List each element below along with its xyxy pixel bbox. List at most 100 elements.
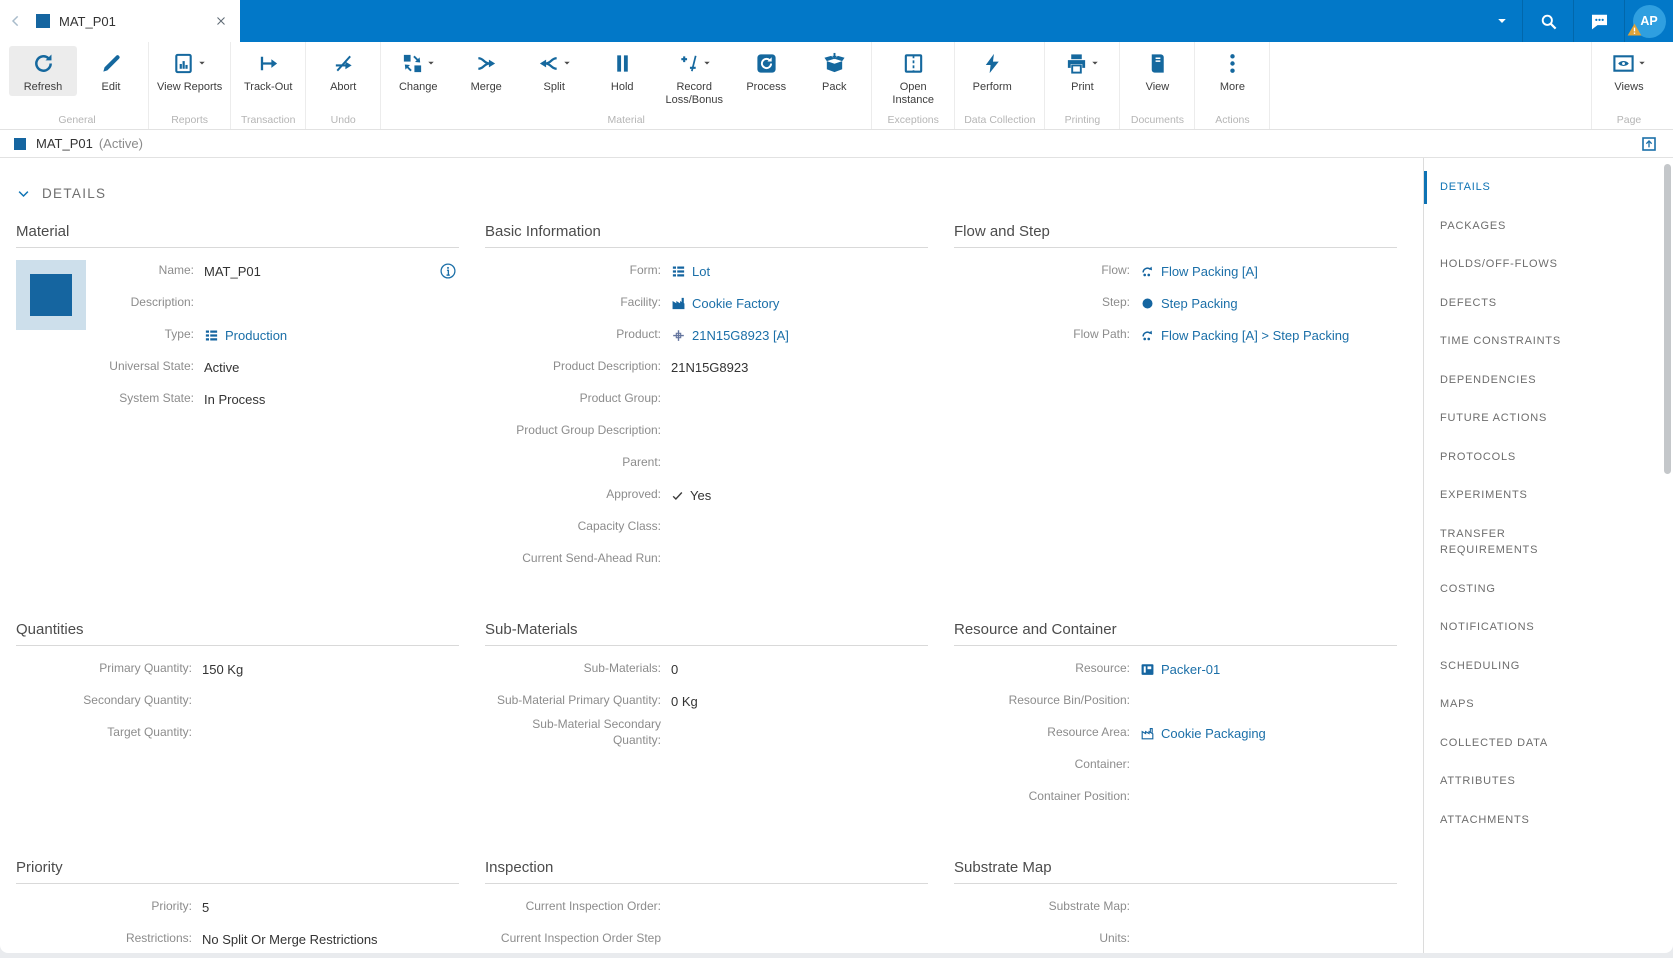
sidebar-item-scheduling[interactable]: SCHEDULING [1440,647,1572,686]
section-substrate-map: Substrate Map Substrate Map: Units: [954,859,1397,953]
material-square-icon [36,14,50,28]
field-label: Facility: [620,295,661,310]
vertical-scrollbar[interactable] [1664,164,1671,474]
messages-button[interactable] [1574,0,1624,42]
field-label: Capacity Class: [577,519,661,534]
sidebar-item-holds-off-flows[interactable]: HOLDS/OFF-FLOWS [1440,245,1572,284]
user-menu[interactable]: AP [1625,4,1673,38]
views-icon [1612,52,1635,75]
ribbon-group-label: Reports [171,114,208,126]
ribbon-group-label: Transaction [240,114,296,126]
sidebar-item-experiments[interactable]: EXPERIMENTS [1440,476,1572,515]
ribbon-button-view[interactable]: View [1123,46,1191,96]
ribbon-button-pack[interactable]: Pack [800,46,868,96]
field-value-text: In Process [204,391,266,407]
active-tab[interactable]: MAT_P01 [0,0,240,42]
sidebar-item-notifications[interactable]: NOTIFICATIONS [1440,608,1572,647]
ribbon-button-merge[interactable]: Merge [452,46,520,96]
ribbon-button-view-reports[interactable]: View Reports [152,46,227,96]
field-value-facility[interactable]: Cookie Factory [671,294,779,312]
ribbon-button-abort[interactable]: Abort [309,46,377,96]
ribbon-button-record-loss-bonus[interactable]: Record Loss/Bonus [656,46,732,109]
sidebar-item-time-constraints[interactable]: TIME CONSTRAINTS [1440,322,1572,361]
ribbon-button-views[interactable]: Views [1595,46,1663,96]
abort-icon [332,52,355,75]
details-section-header[interactable]: DETAILS [16,186,1397,201]
field-label: Product Description: [552,359,661,374]
dropdown-caret-icon [562,58,572,68]
field-row: Secondary Quantity: [16,685,459,717]
pack-icon [823,52,846,75]
material-image-square [30,274,72,316]
ribbon-button-label: Change [398,81,438,93]
field-row: Current Inspection Order: [485,891,928,923]
field-value-form[interactable]: Lot [671,262,710,280]
field-value-resource[interactable]: Packer-01 [1140,660,1220,678]
close-icon[interactable] [212,12,230,30]
ribbon-button-perform[interactable]: Perform [958,46,1026,96]
field-value-text: MAT_P01 [204,263,261,279]
info-icon[interactable] [439,262,457,280]
field-value-flow-path[interactable]: Flow Packing [A] > Step Packing [1140,326,1349,344]
sidebar-item-costing[interactable]: COSTING [1440,570,1572,609]
field-value-text: 150 Kg [202,661,244,677]
ribbon-button-label: Perform [972,81,1012,93]
back-chevron-icon[interactable] [4,9,28,33]
field-row: Parent: [485,447,928,479]
list-icon [671,264,686,279]
report-icon [172,52,195,75]
sidebar-item-dependencies[interactable]: DEPENDENCIES [1440,361,1572,400]
sidebar-item-attachments[interactable]: ATTACHMENTS [1440,801,1572,840]
ribbon-group-material: Change Merge Split Hold Record Loss/Bonus Pro… [381,42,873,129]
field-value-flow[interactable]: Flow Packing [A] [1140,262,1258,280]
sidebar-item-maps[interactable]: MAPS [1440,685,1572,724]
field-label: Parent: [622,455,661,470]
search-button[interactable] [1523,0,1573,42]
ribbon-button-print[interactable]: Print [1048,46,1116,96]
section-resource-and-container: Resource and Container Resource: Packer-01… [954,621,1397,813]
sidebar-item-defects[interactable]: DEFECTS [1440,284,1572,323]
ribbon-button-change[interactable]: Change [384,46,452,96]
process-icon [755,52,778,75]
collapse-panel-icon[interactable] [1641,136,1657,152]
ribbon-button-open-instance[interactable]: Open Instance [875,46,951,109]
tab-list-dropdown[interactable] [1482,0,1522,42]
ribbon-button-hold[interactable]: Hold [588,46,656,96]
open-instance-icon [902,52,925,75]
field-value-type[interactable]: Production [204,326,287,344]
ribbon-group-label: Undo [330,114,356,126]
ribbon-group-undo: Abort Undo [306,42,382,129]
field-row: Form: Lot [485,255,928,287]
field-value-text: 21N15G8923 [671,359,749,375]
sidebar-item-packages[interactable]: PACKAGES [1440,207,1572,246]
warning-icon [1627,22,1642,37]
ribbon-button-more[interactable]: More [1198,46,1266,96]
sidebar-item-attributes[interactable]: ATTRIBUTES [1440,762,1572,801]
sidebar-item-collected-data[interactable]: COLLECTED DATA [1440,724,1572,763]
ribbon-button-split[interactable]: Split [520,46,588,96]
ribbon-button-process[interactable]: Process [732,46,800,96]
chevron-down-icon [16,186,31,201]
field-label: Units: [1099,931,1130,946]
details-section-title: DETAILS [42,186,107,201]
ribbon-button-edit[interactable]: Edit [77,46,145,96]
ribbon-button-refresh[interactable]: Refresh [9,46,77,97]
field-row: System State: In Process [94,383,459,415]
ribbon-button-label: Hold [610,81,634,93]
sidebar-item-transfer-requirements[interactable]: TRANSFER REQUIREMENTS [1440,515,1572,570]
sidebar-item-details[interactable]: DETAILS [1424,168,1572,207]
dropdown-caret-icon [702,58,712,68]
field-value-step[interactable]: Step Packing [1140,294,1238,312]
field-value-product[interactable]: 21N15G8923 [A] [671,326,789,344]
ribbon-button-track-out[interactable]: Track-Out [234,46,302,96]
section-band: Material Name: MAT_P01 Description: Type: Pro… [16,223,1397,575]
field-value-resource-area[interactable]: Cookie Packaging [1140,724,1266,742]
field-row: Product Description: 21N15G8923 [485,351,928,383]
field-label: Step: [1101,295,1130,310]
sidebar-item-protocols[interactable]: PROTOCOLS [1440,438,1572,477]
sidebar-item-future-actions[interactable]: FUTURE ACTIONS [1440,399,1572,438]
breadcrumb: MAT_P01 (Active) [0,130,1673,158]
ribbon-button-label: View Reports [157,81,223,93]
ribbon-group-general: Refresh Edit General [6,42,149,129]
section-title-flow-and-step: Flow and Step [954,223,1397,248]
